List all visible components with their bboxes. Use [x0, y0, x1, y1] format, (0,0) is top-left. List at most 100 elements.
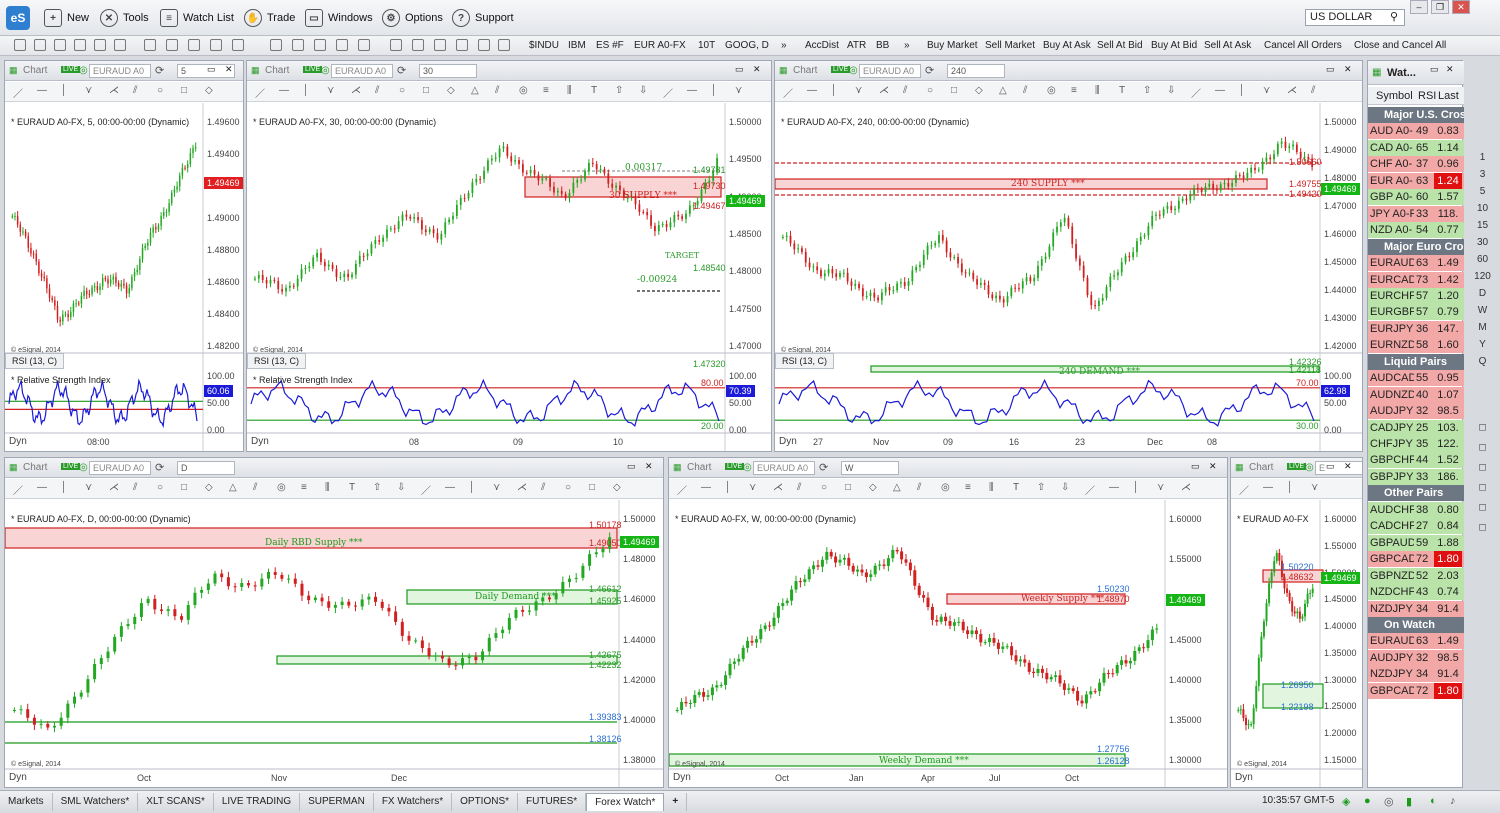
buy-market-button[interactable]: Buy Market [927, 38, 978, 54]
drawing-tool-icon[interactable]: ≡ [543, 85, 549, 96]
drawing-tool-icon[interactable]: ⫽ [797, 482, 801, 493]
interval-select[interactable]: 30 [419, 64, 477, 78]
drawing-tool-icon[interactable]: ⫽ [903, 85, 907, 96]
more-chevron-icon[interactable]: » [904, 38, 910, 54]
drawing-tool-icon[interactable]: │ [711, 85, 717, 96]
watch-row[interactable]: EURCHF 57 1.20 [1368, 287, 1464, 304]
drawing-tool-icon[interactable]: ⫽ [133, 482, 137, 493]
refresh-icon[interactable]: ⟳ [155, 64, 164, 77]
drawing-tool-icon[interactable]: ○ [565, 482, 571, 493]
drawing-tool-icon[interactable]: ⇩ [1167, 85, 1175, 96]
drawing-tool-icon[interactable]: ◇ [975, 85, 983, 96]
tool-icon[interactable] [166, 39, 178, 51]
interval-button[interactable]: D [1465, 288, 1500, 299]
link-icon[interactable]: ◎ [79, 65, 88, 76]
drawing-tool-icon[interactable]: ⋎ [735, 85, 742, 96]
chart-panel-monthly[interactable]: ▦ChartLIVE◎E⟳▭✕／—│⋎* EURAUD A0-FX1.60000… [1230, 457, 1363, 788]
signal-icon[interactable]: ▮ [1406, 795, 1412, 808]
drawing-tool-icon[interactable]: ⫼ [1095, 85, 1100, 96]
esignal-logo[interactable]: eS [6, 6, 30, 30]
maximize-icon[interactable]: ▭ [627, 461, 636, 472]
chart-panel-weekly[interactable]: ▦ Chart LIVE ◎ EURAUD A0 ⟳ W ▭ ✕ ／ — │ ⋎ ⋌ ⫽ ○ □ ◇ △ ⫽ ◎ ≡ ⫼ T ⇧… [668, 457, 1228, 788]
status-icon[interactable]: ◐ [1430, 795, 1437, 807]
drawing-tool-icon[interactable]: │ [61, 85, 67, 96]
study-bb[interactable]: BB [876, 38, 889, 54]
watch-row[interactable]: NZDCHF 43 0.74 [1368, 584, 1464, 601]
drawing-tool-icon[interactable]: ／ [783, 85, 793, 100]
drawing-tool-icon[interactable]: □ [951, 85, 957, 96]
watch-row[interactable]: NZD A0- 54 0.77 [1368, 222, 1464, 239]
drawing-tool-icon[interactable]: ⫽ [1023, 85, 1027, 96]
menu-support[interactable]: ? Support [452, 8, 514, 28]
drawing-tool-icon[interactable]: — [1109, 482, 1119, 493]
drawing-tool-icon[interactable]: ⇧ [615, 85, 623, 96]
link-icon[interactable]: ◎ [849, 65, 858, 76]
restore-icon[interactable]: ❐ [1431, 0, 1449, 14]
grid-icon[interactable]: ◻ [1465, 482, 1500, 493]
watch-row[interactable]: GBPCHF 44 1.52 [1368, 452, 1464, 469]
drawing-tool-icon[interactable]: ◎ [277, 482, 286, 493]
watch-row[interactable]: AUDJPY 32 98.5 [1368, 649, 1464, 666]
tool-icon[interactable] [456, 39, 468, 51]
menu-tools[interactable]: ✕ Tools [100, 8, 149, 28]
page-tab[interactable]: Markets [0, 793, 53, 811]
page-tab[interactable]: OPTIONS* [452, 793, 519, 811]
watch-row[interactable]: CHFJPY 35 122. [1368, 436, 1464, 452]
drawing-tool-icon[interactable]: ⇧ [1143, 85, 1151, 96]
chart-panel-5min[interactable]: ▦ Chart LIVE ◎ EURAUD A0 ⟳ 5 ▭ ✕ ／ — │ ⋎ ⋌ ⫽ ○ □ ◇ * EURAU… [4, 60, 244, 452]
watch-row[interactable]: EURAUD 63 1.49 [1368, 255, 1464, 272]
dynamic-scroll-label[interactable]: Dyn [9, 772, 27, 783]
link-icon[interactable]: ◎ [79, 462, 88, 473]
close-icon[interactable]: ✕ [753, 64, 761, 75]
watch-row[interactable]: NZDJPY 34 91.4 [1368, 600, 1464, 617]
page-tab[interactable]: FX Watchers* [374, 793, 453, 811]
drawing-tool-icon[interactable]: ⫽ [1311, 85, 1315, 96]
watch-row[interactable]: NZDJPY 34 91.4 [1368, 666, 1464, 683]
drawing-tool-icon[interactable]: ／ [677, 482, 687, 497]
page-tab[interactable]: SML Watchers* [53, 793, 139, 811]
drawing-tool-icon[interactable]: □ [423, 85, 429, 96]
quick-symbol-indu[interactable]: $INDU [529, 38, 559, 54]
menu-new[interactable]: + New [44, 8, 89, 28]
drawing-tool-icon[interactable]: ○ [399, 85, 405, 96]
drawing-tool-icon[interactable]: ⋌ [517, 482, 527, 493]
link-icon[interactable]: ◎ [321, 65, 330, 76]
drawing-tool-icon[interactable]: ≡ [1071, 85, 1077, 96]
drawing-tool-icon[interactable]: — [701, 482, 711, 493]
drawing-tool-icon[interactable]: □ [845, 482, 851, 493]
drawing-tool-icon[interactable]: △ [999, 85, 1007, 96]
drawing-tool-icon[interactable]: T [349, 482, 355, 493]
drawing-tool-icon[interactable]: ／ [663, 85, 673, 100]
rsi-tab[interactable]: RSI (13, C) [775, 353, 835, 369]
tool-icon[interactable] [358, 39, 370, 51]
buy-at-bid-button[interactable]: Buy At Bid [1151, 38, 1197, 54]
page-tab[interactable]: LIVE TRADING [214, 793, 301, 811]
drawing-tool-icon[interactable]: ⫼ [989, 482, 994, 493]
drawing-tool-icon[interactable]: T [1013, 482, 1019, 493]
drawing-tool-icon[interactable]: ／ [255, 85, 265, 100]
rsi-tab[interactable]: RSI (13, C) [247, 353, 307, 369]
close-icon[interactable]: ✕ [1344, 64, 1352, 75]
interval-button[interactable]: 10 [1465, 203, 1500, 214]
drawing-tool-icon[interactable]: ⇩ [639, 85, 647, 96]
drawing-tool-icon[interactable]: — [807, 85, 817, 96]
watch-row[interactable]: EUR A0- 63 1.24 [1368, 172, 1464, 189]
tool-icon[interactable] [14, 39, 26, 51]
drawing-tool-icon[interactable]: — [37, 85, 47, 96]
help-icon[interactable]: ◻ [1465, 522, 1500, 533]
menu-trade[interactable]: ✋ Trade [244, 8, 295, 28]
drawing-tool-icon[interactable]: △ [893, 482, 901, 493]
drawing-tool-icon[interactable]: T [1119, 85, 1125, 96]
drawing-tool-icon[interactable]: ⇩ [1061, 482, 1069, 493]
link-icon[interactable]: ◎ [1305, 462, 1314, 473]
drawing-tool-icon[interactable]: ⫽ [541, 482, 545, 493]
watch-section-header[interactable]: Major U.S. Cros [1368, 107, 1464, 123]
drawing-tool-icon[interactable]: — [1215, 85, 1225, 96]
page-tab[interactable]: SUPERMAN [300, 793, 374, 811]
watch-section-header[interactable]: Other Pairs [1368, 485, 1464, 502]
watch-row[interactable]: GBPCAD 72 1.80 [1368, 682, 1464, 699]
interval-button[interactable]: 3 [1465, 169, 1500, 180]
drawing-tool-icon[interactable]: │ [725, 482, 731, 493]
chart-canvas[interactable]: * EURAUD A0-FX1.600001.550001.500001.450… [1231, 500, 1362, 787]
study-accdist[interactable]: AccDist [805, 38, 839, 54]
